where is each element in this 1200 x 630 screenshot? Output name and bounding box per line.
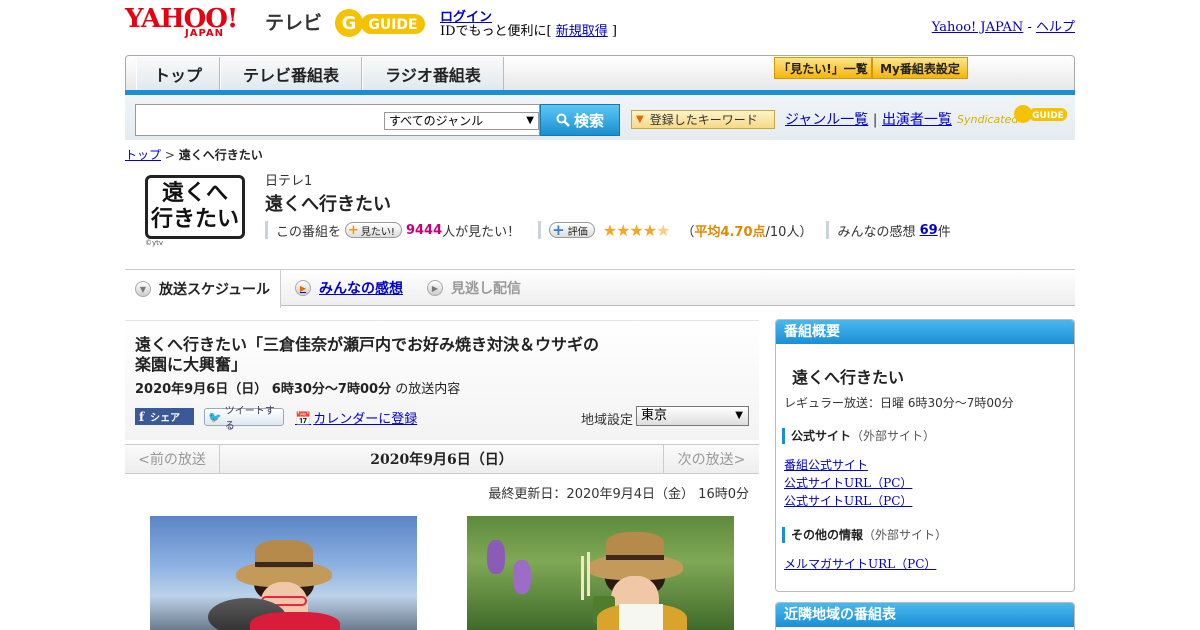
search-bar: すべてのジャンル 検索 ▼ 登録したキーワード ジャンル一覧 | 出演者一覧 S… xyxy=(125,95,1075,140)
rate-button[interactable]: + 評価 xyxy=(549,221,595,239)
registered-keywords-button[interactable]: ▼ 登録したキーワード xyxy=(631,110,775,129)
plus-icon: + xyxy=(552,221,565,239)
help-link[interactable]: ヘルプ xyxy=(1036,20,1075,35)
svg-text:GUIDE: GUIDE xyxy=(1032,111,1064,121)
triangle-down-icon: ▼ xyxy=(636,114,644,125)
stat-divider xyxy=(826,221,830,239)
nearby-region-heading[interactable]: 近隣地域の番組表 xyxy=(776,603,1074,627)
program-subtabs: ▼ 放送スケジュール ▶ みんなの感想 ▶ 見逃し配信 xyxy=(125,269,1075,308)
stat-divider xyxy=(265,221,268,239)
search-button[interactable]: 検索 xyxy=(540,104,620,136)
login-subtext: IDでもっと便利に[ 新規取得 ] xyxy=(440,24,617,39)
my-guide-settings-button[interactable]: My番組表設定 xyxy=(872,57,968,79)
region-select[interactable]: 東京 xyxy=(636,406,749,426)
gguide-small-logo-icon: GUIDE xyxy=(1014,105,1067,123)
facebook-icon: f xyxy=(139,409,145,424)
official-site-link[interactable]: 番組公式サイト xyxy=(784,456,868,473)
other-info-heading: その他の情報（外部サイト） xyxy=(782,527,947,543)
mail-magazine-link[interactable]: メルマガサイトURL（PC） xyxy=(784,555,936,572)
regular-broadcast: レギュラー放送：日曜 6時30分～7時00分 xyxy=(784,396,1014,410)
region-label: 地域設定 xyxy=(581,413,634,428)
play-icon: ▶ xyxy=(295,280,311,296)
last-updated: 最終更新日：2020年9月4日（金） 16時0分 xyxy=(488,487,749,502)
want-to-watch-button[interactable]: + 見たい! xyxy=(345,222,402,238)
search-icon xyxy=(556,113,570,127)
comments-count-link[interactable]: 69 xyxy=(920,223,938,238)
nav-tab-tv-guide[interactable]: テレビ番組表 xyxy=(220,57,362,91)
facebook-share-button[interactable]: f シェア xyxy=(135,408,194,425)
official-sites-heading: 公式サイト（外部サイト） xyxy=(782,428,935,444)
breadcrumb: トップ > 遠くへ行きたい xyxy=(125,148,263,162)
stat-divider xyxy=(538,221,542,239)
svg-text:G: G xyxy=(342,13,357,34)
program-overview: 番組概要 遠くへ行きたい レギュラー放送：日曜 6時30分～7時00分 公式サイ… xyxy=(775,319,1075,592)
official-site-url-link[interactable]: 公式サイトURL（PC） xyxy=(784,474,912,491)
plus-icon: + xyxy=(348,222,359,238)
genre-select[interactable]: すべてのジャンル xyxy=(384,112,539,130)
episode-panel: 遠くへ行きたい「三倉佳奈が瀬戸内でお好み焼き対決＆ウサギの楽園に大興奮」 202… xyxy=(125,320,759,630)
search-links: ジャンル一覧 | 出演者一覧 xyxy=(785,112,952,128)
signup-link[interactable]: 新規取得 xyxy=(556,24,608,39)
overview-title: 遠くへ行きたい xyxy=(792,368,905,387)
star-rating-icon: ★★★★★ xyxy=(602,220,671,240)
svg-text:GUIDE: GUIDE xyxy=(368,17,417,33)
genre-list-link[interactable]: ジャンル一覧 xyxy=(785,112,868,128)
tab-reviews[interactable]: ▶ みんなの感想 xyxy=(295,270,403,306)
performer-list-link[interactable]: 出演者一覧 xyxy=(882,112,952,128)
site-header: YAHOO! JAPAN テレビ G GUIDE ログイン IDでもっと便利に[… xyxy=(125,0,1075,50)
syndicated-label: Syndicated xyxy=(957,113,1019,126)
nearby-region-guide: 近隣地域の番組表 xyxy=(775,602,1075,630)
program-title: 遠くへ行きたい xyxy=(265,194,391,215)
tweet-button[interactable]: 🐦 ツイートする xyxy=(204,406,284,432)
main-nav: トップ テレビ番組表 ラジオ番組表 「見たい!」一覧 My番組表設定 xyxy=(125,55,1075,93)
episode-title: 遠くへ行きたい「三倉佳奈が瀬戸内でお好み焼き対決＆ウサギの楽園に大興奮」 xyxy=(135,335,600,374)
yahoo-japan-label: JAPAN xyxy=(185,28,224,39)
channel-name: 日テレ1 xyxy=(265,174,313,189)
average-rating: 平均4.70点 xyxy=(694,224,766,240)
program-stats: この番組を + 見たい! 9444 人が見たい！ + 評価 ★★★★★ （平均4.7… xyxy=(265,220,951,240)
tab-missed-streaming[interactable]: ▶ 見逃し配信 xyxy=(427,270,521,306)
nav-tab-radio-guide[interactable]: ラジオ番組表 xyxy=(362,57,504,91)
chevron-down-icon: ▼ xyxy=(135,281,151,297)
mitai-list-button[interactable]: 「見たい!」一覧 xyxy=(774,57,872,79)
next-broadcast-button[interactable]: 次の放送> xyxy=(663,445,759,473)
twitter-icon: 🐦 xyxy=(208,410,222,424)
watch-count: 9444 xyxy=(405,222,443,238)
gguide-logo-icon[interactable]: G GUIDE xyxy=(333,6,429,40)
nav-tab-top[interactable]: トップ xyxy=(136,57,220,91)
registered-keywords-label: 登録したキーワード xyxy=(649,113,758,127)
breadcrumb-current: 遠くへ行きたい xyxy=(178,148,263,162)
header-links: Yahoo! JAPAN - ヘルプ xyxy=(931,20,1075,35)
logo-copyright: ©ytv xyxy=(145,239,164,247)
episode-photo xyxy=(467,516,734,630)
previous-broadcast-button[interactable]: <前の放送 xyxy=(125,445,220,473)
yahoo-japan-link[interactable]: Yahoo! JAPAN xyxy=(932,20,1024,35)
breadcrumb-home-link[interactable]: トップ xyxy=(125,148,161,162)
episode-datetime: 2020年9月6日（日） 6時30分～7時00分 の放送内容 xyxy=(135,382,461,397)
episode-header: 遠くへ行きたい「三倉佳奈が瀬戸内でお好み焼き対決＆ウサギの楽園に大興奮」 202… xyxy=(125,320,759,440)
play-icon: ▶ xyxy=(427,280,443,296)
overview-heading: 番組概要 xyxy=(776,320,1074,344)
search-button-label: 検索 xyxy=(573,111,604,130)
add-to-calendar-link[interactable]: 📅 カレンダーに登録 xyxy=(295,408,417,427)
calendar-icon: 📅 xyxy=(295,412,312,427)
program-logo: 遠くへ 行きたい xyxy=(145,175,245,239)
episode-photo xyxy=(150,516,417,630)
tab-broadcast-schedule[interactable]: ▼ 放送スケジュール xyxy=(125,270,281,308)
current-broadcast-date: 2020年9月6日（日） xyxy=(370,452,513,468)
official-site-url-link[interactable]: 公式サイトURL（PC） xyxy=(784,492,912,509)
broadcast-day-nav: <前の放送 2020年9月6日（日） 次の放送> xyxy=(125,444,759,474)
tv-label[interactable]: テレビ xyxy=(265,8,322,35)
